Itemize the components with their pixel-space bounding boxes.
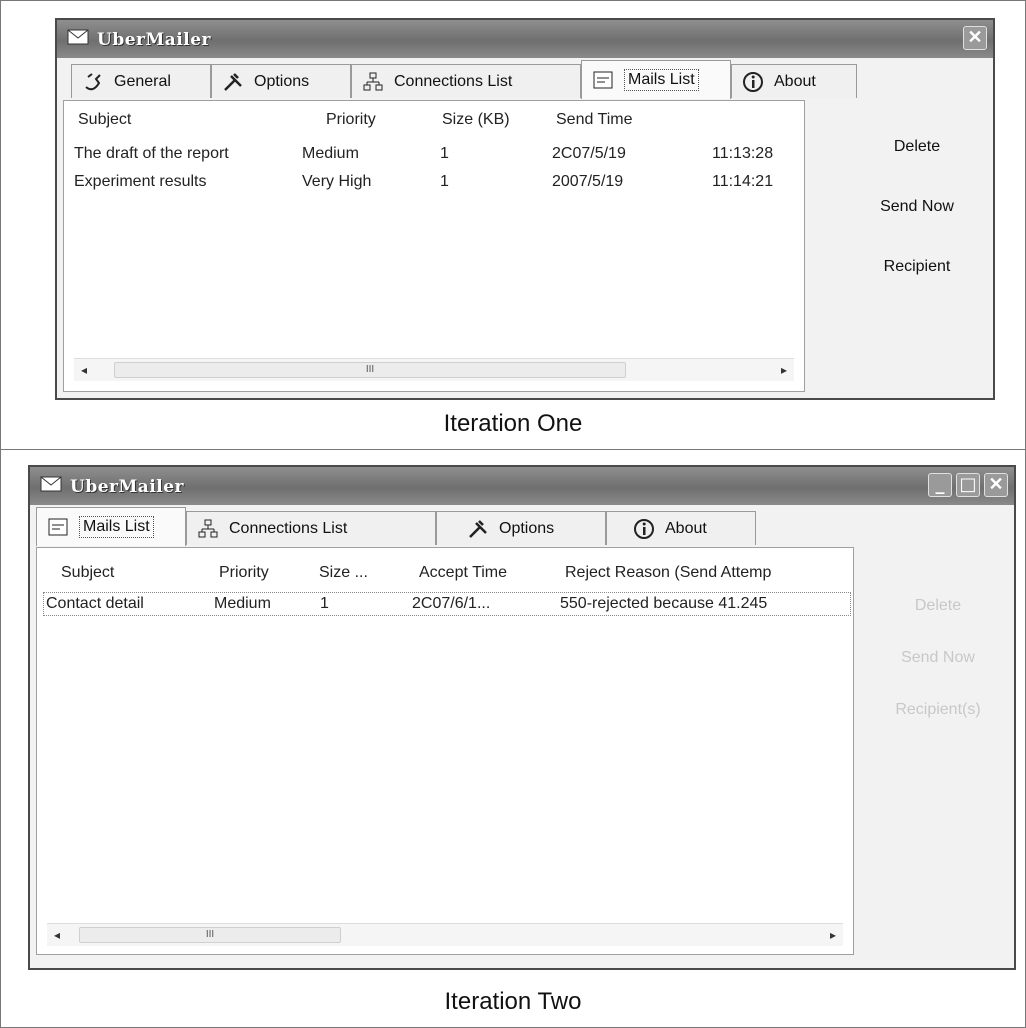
column-header-subject[interactable]: Subject — [78, 111, 131, 129]
window-title: UberMailer — [97, 30, 212, 50]
recipients-button[interactable]: Recipient(s) — [878, 701, 998, 719]
network-icon — [363, 72, 383, 90]
tab-label: Connections List — [229, 519, 348, 537]
minimize-button[interactable]: _ — [928, 473, 952, 497]
scroll-thumb[interactable]: III — [114, 362, 626, 378]
close-button[interactable]: ✕ — [984, 473, 1008, 497]
tab-general[interactable]: General — [71, 64, 211, 98]
tab-label: About — [665, 519, 707, 537]
maximize-button[interactable]: □ — [956, 473, 980, 497]
scroll-thumb[interactable]: III — [79, 927, 341, 943]
tab-options[interactable]: Options — [436, 511, 606, 545]
column-header-accept-time[interactable]: Accept Time — [419, 564, 507, 582]
tab-about[interactable]: About — [606, 511, 756, 545]
send-now-button[interactable]: Send Now — [857, 198, 977, 216]
mail-icon — [40, 476, 62, 492]
cell-subject: Experiment results — [74, 173, 207, 190]
tab-about[interactable]: About — [731, 64, 857, 98]
tab-strip: Mails List Connections List Options Abou… — [36, 507, 1008, 547]
general-icon — [85, 72, 101, 90]
cell-priority: Medium — [302, 145, 359, 162]
cell-time: 11:14:21 — [712, 173, 774, 190]
column-header-subject[interactable]: Subject — [61, 564, 114, 582]
cell-priority: Medium — [214, 595, 271, 612]
column-header-reject-reason[interactable]: Reject Reason (Send Attemp — [565, 564, 771, 582]
scroll-right-icon[interactable]: ▸ — [774, 359, 794, 381]
cell-priority: Very High — [302, 173, 372, 190]
cell-accept-time: 2C07/6/1... — [412, 595, 491, 612]
delete-button[interactable]: Delete — [857, 138, 977, 156]
tab-label: About — [774, 72, 816, 90]
cell-size: 1 — [320, 595, 329, 612]
mails-list-view[interactable]: Subject Priority Size (KB) Send Time The… — [63, 100, 805, 392]
tab-connections-list[interactable]: Connections List — [186, 511, 436, 545]
mail-icon — [67, 29, 89, 45]
column-header-send-time[interactable]: Send Time — [556, 111, 632, 129]
table-row[interactable]: Contact detail Medium 1 2C07/6/1... 550-… — [43, 592, 851, 616]
cell-date: 2C07/5/19 — [552, 145, 626, 162]
title-bar: UberMailer ✕ — [57, 20, 993, 58]
list-icon — [593, 71, 613, 89]
column-header-size[interactable]: Size (KB) — [442, 111, 510, 129]
ubermailer-window-one: UberMailer ✕ General Options Connections… — [55, 18, 995, 400]
tab-label: General — [114, 72, 171, 90]
mails-list-view[interactable]: Subject Priority Size ... Accept Time Re… — [36, 547, 854, 955]
scroll-right-icon[interactable]: ▸ — [823, 924, 843, 946]
tab-label: Options — [254, 72, 310, 90]
cell-subject: The draft of the report — [74, 145, 229, 162]
caption-iteration-two: Iteration Two — [444, 988, 582, 1015]
cell-time: 11:13:28 — [712, 145, 774, 162]
cell-subject: Contact detail — [46, 595, 144, 612]
info-icon — [743, 71, 763, 92]
cell-size: 1 — [440, 145, 449, 162]
delete-button[interactable]: Delete — [878, 597, 998, 615]
column-header-priority[interactable]: Priority — [219, 564, 269, 582]
recipient-button[interactable]: Recipient — [857, 258, 977, 276]
tab-options[interactable]: Options — [211, 64, 351, 98]
network-icon — [198, 519, 218, 537]
close-button[interactable]: ✕ — [963, 26, 987, 50]
title-bar: UberMailer _ □ ✕ — [30, 467, 1014, 505]
cell-size: 1 — [440, 173, 449, 190]
caption-iteration-one: Iteration One — [443, 410, 583, 437]
tools-icon — [469, 519, 487, 538]
tab-mails-list[interactable]: Mails List — [581, 60, 731, 99]
column-header-priority[interactable]: Priority — [326, 111, 376, 129]
tools-icon — [224, 72, 242, 91]
horizontal-scrollbar[interactable]: ◂ III ▸ — [74, 358, 794, 381]
list-icon — [48, 518, 68, 536]
tab-label: Mails List — [624, 69, 699, 91]
tab-label: Options — [499, 519, 555, 537]
tab-mails-list[interactable]: Mails List — [36, 507, 186, 546]
cell-date: 2007/5/19 — [552, 173, 624, 190]
tab-label: Mails List — [79, 516, 154, 538]
scroll-left-icon[interactable]: ◂ — [74, 359, 94, 381]
window-title: UberMailer — [70, 477, 185, 497]
tab-strip: General Options Connections List Mails L… — [63, 60, 987, 100]
column-header-size[interactable]: Size ... — [319, 564, 368, 582]
tab-label: Connections List — [394, 72, 513, 90]
scroll-left-icon[interactable]: ◂ — [47, 924, 67, 946]
cell-reject-reason: 550-rejected because 41.245 — [560, 595, 768, 612]
ubermailer-window-two: UberMailer _ □ ✕ Mails List Connections … — [28, 465, 1016, 970]
info-icon — [634, 518, 654, 539]
horizontal-scrollbar[interactable]: ◂ III ▸ — [47, 923, 843, 946]
send-now-button[interactable]: Send Now — [878, 649, 998, 667]
tab-connections-list[interactable]: Connections List — [351, 64, 581, 98]
